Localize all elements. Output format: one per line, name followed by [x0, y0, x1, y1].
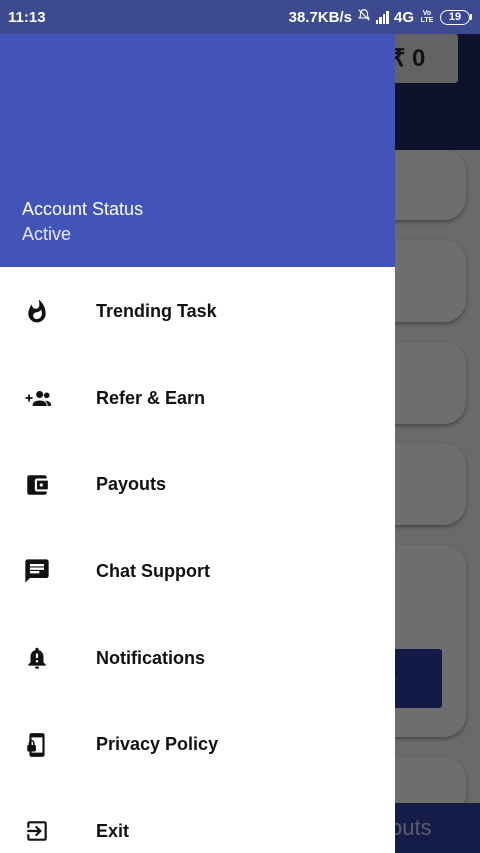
phone-lock-icon [22, 730, 52, 760]
menu-item-privacy-policy[interactable]: Privacy Policy [0, 701, 395, 788]
network-type: 4G [393, 8, 414, 26]
signal-icon [375, 10, 389, 24]
drawer-menu: Trending Task Refer & Earn Payouts Chat … [0, 268, 395, 853]
battery-level: 19 [440, 9, 470, 25]
navigation-drawer: Account Status Active Trending Task Refe… [0, 34, 395, 853]
menu-item-chat-support[interactable]: Chat Support [0, 528, 395, 615]
volte-icon: Vo LTE [420, 10, 434, 24]
menu-item-notifications[interactable]: Notifications [0, 615, 395, 702]
exit-icon [22, 816, 52, 846]
menu-item-trending-task[interactable]: Trending Task [0, 268, 395, 355]
battery-icon: 19 [440, 9, 472, 25]
network-speed: 38.7KB/s [288, 8, 352, 26]
mute-icon [357, 8, 371, 26]
account-status-value: Active [22, 224, 72, 244]
menu-item-exit[interactable]: Exit [0, 788, 395, 853]
menu-item-refer-earn[interactable]: Refer & Earn [0, 355, 395, 442]
menu-item-payouts[interactable]: Payouts [0, 441, 395, 528]
flame-icon [22, 296, 52, 326]
menu-item-label: Privacy Policy [96, 734, 219, 755]
wallet-icon [22, 470, 52, 500]
chat-icon [22, 556, 52, 586]
status-time: 11:13 [8, 8, 46, 26]
bell-alert-icon [22, 643, 52, 673]
menu-item-label: Payouts [96, 474, 167, 495]
menu-item-label: Chat Support [96, 560, 210, 581]
account-status-label: Account Status [22, 199, 144, 219]
drawer-header: Account Status Active [0, 34, 395, 267]
menu-item-label: Notifications [96, 647, 206, 668]
menu-item-label: Refer & Earn [96, 387, 206, 408]
menu-item-label: Trending Task [96, 300, 217, 321]
status-bar: 11:13 38.7KB/s 4G Vo LTE 19 [0, 0, 480, 34]
group-add-icon [22, 383, 52, 413]
menu-item-label: Exit [96, 820, 130, 841]
